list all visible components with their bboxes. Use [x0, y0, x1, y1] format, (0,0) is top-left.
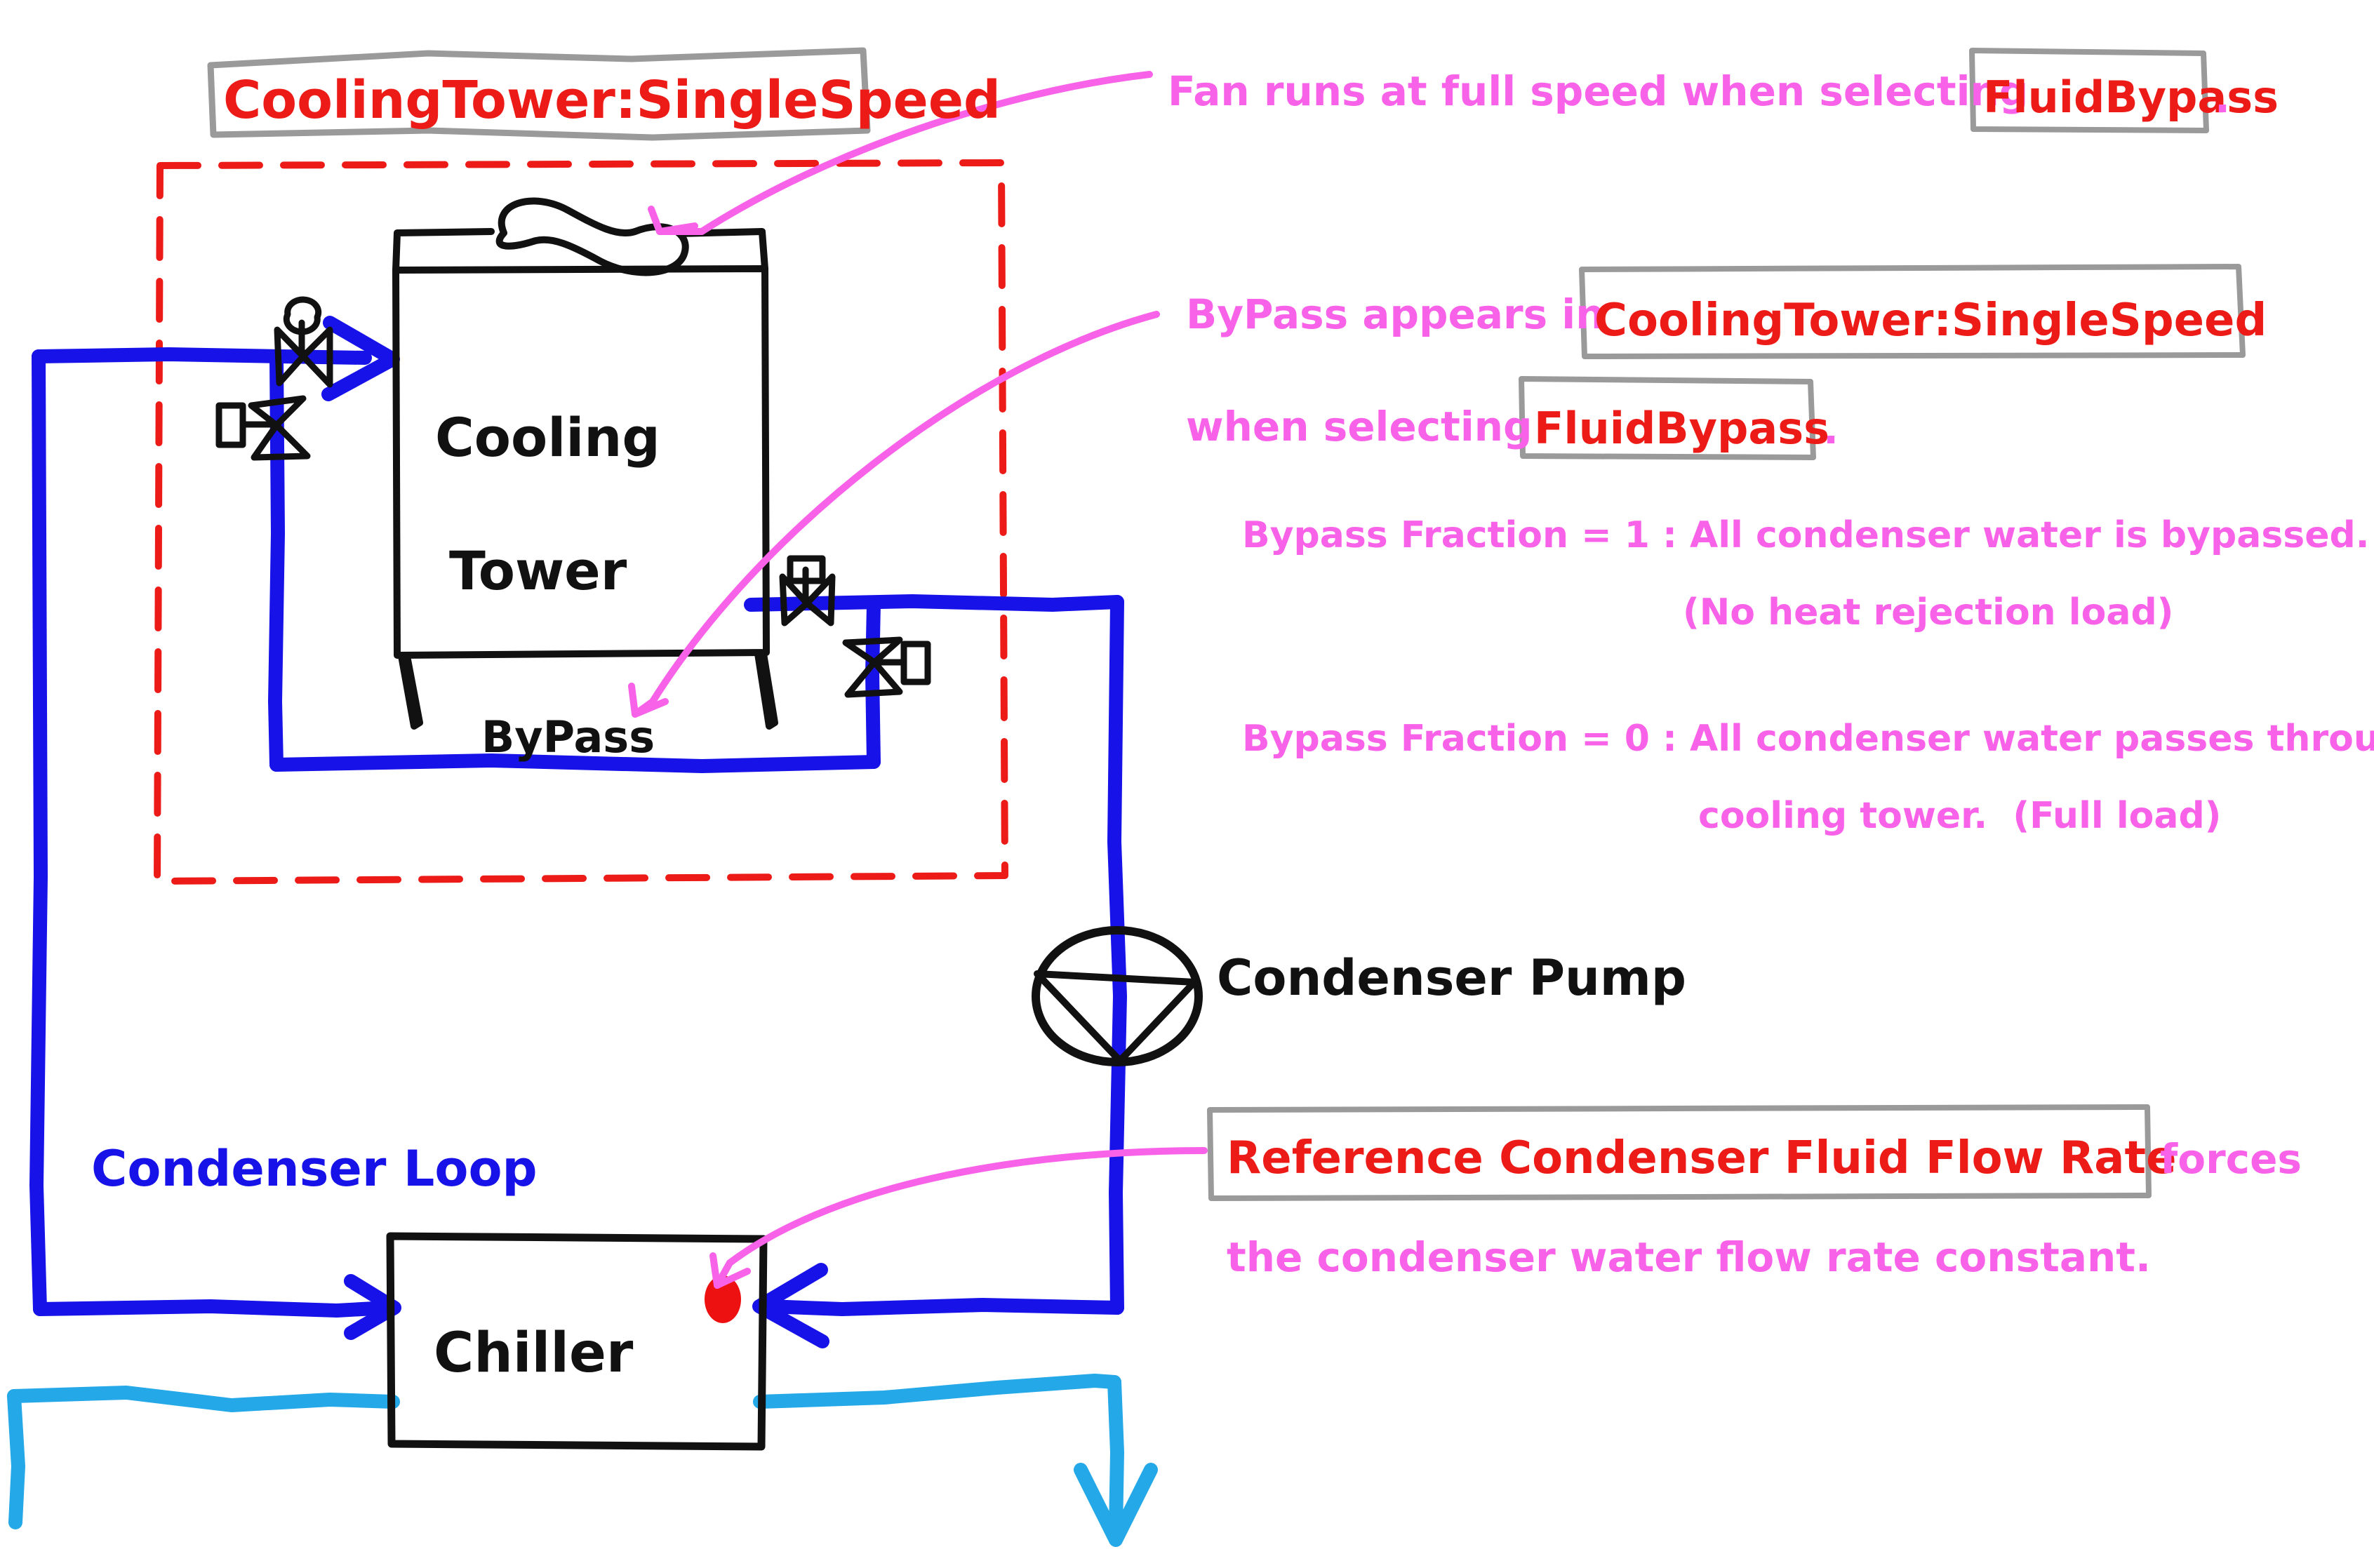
bypass-note-keyword1: CoolingTower:SingleSpeed: [1594, 295, 2267, 347]
fan-note-period: .: [2215, 74, 2230, 122]
fraction-zero-line2: cooling tower. (Full load): [1698, 795, 2221, 837]
fraction-one-line2: (No heat rejection load): [1683, 591, 2173, 634]
condenser-pump-label: Condenser Pump: [1217, 949, 1686, 1007]
flowrate-note-line2: the condenser water flow rate constant.: [1227, 1233, 2151, 1281]
diagram-canvas: CoolingTower:SingleSpeed Cooling Tower B…: [0, 0, 2374, 1568]
chiller-label: Chiller: [434, 1322, 634, 1385]
bypass-note-line1: ByPass appears in: [1186, 290, 1604, 338]
bypass-note-line2: when selecting: [1186, 403, 1533, 450]
cooling-tower-label-line2: Tower: [449, 540, 627, 602]
fraction-one-line1: Bypass Fraction = 1 : All condenser wate…: [1242, 514, 2370, 556]
cooling-tower-label-line1: Cooling: [435, 406, 660, 469]
bypass-note-keyword2: FluidBypass: [1534, 403, 1829, 454]
flowrate-note-after: forces: [2160, 1135, 2302, 1183]
fan-note-keyword: FluidBypass: [1983, 72, 2279, 123]
text-layer: CoolingTower:SingleSpeed Cooling Tower B…: [91, 67, 2374, 1385]
bypass-note-period: .: [1823, 406, 1839, 453]
page-title: CoolingTower:SingleSpeed: [223, 70, 1001, 130]
flowrate-note-keyword: Reference Condenser Fluid Flow Rate: [1227, 1132, 2176, 1184]
fan-note-text: Fan runs at full speed when selecting: [1168, 67, 2028, 115]
condenser-loop-label: Condenser Loop: [91, 1140, 538, 1198]
bypass-label: ByPass: [481, 711, 655, 763]
fraction-zero-line1: Bypass Fraction = 0 : All condenser wate…: [1242, 718, 2374, 760]
